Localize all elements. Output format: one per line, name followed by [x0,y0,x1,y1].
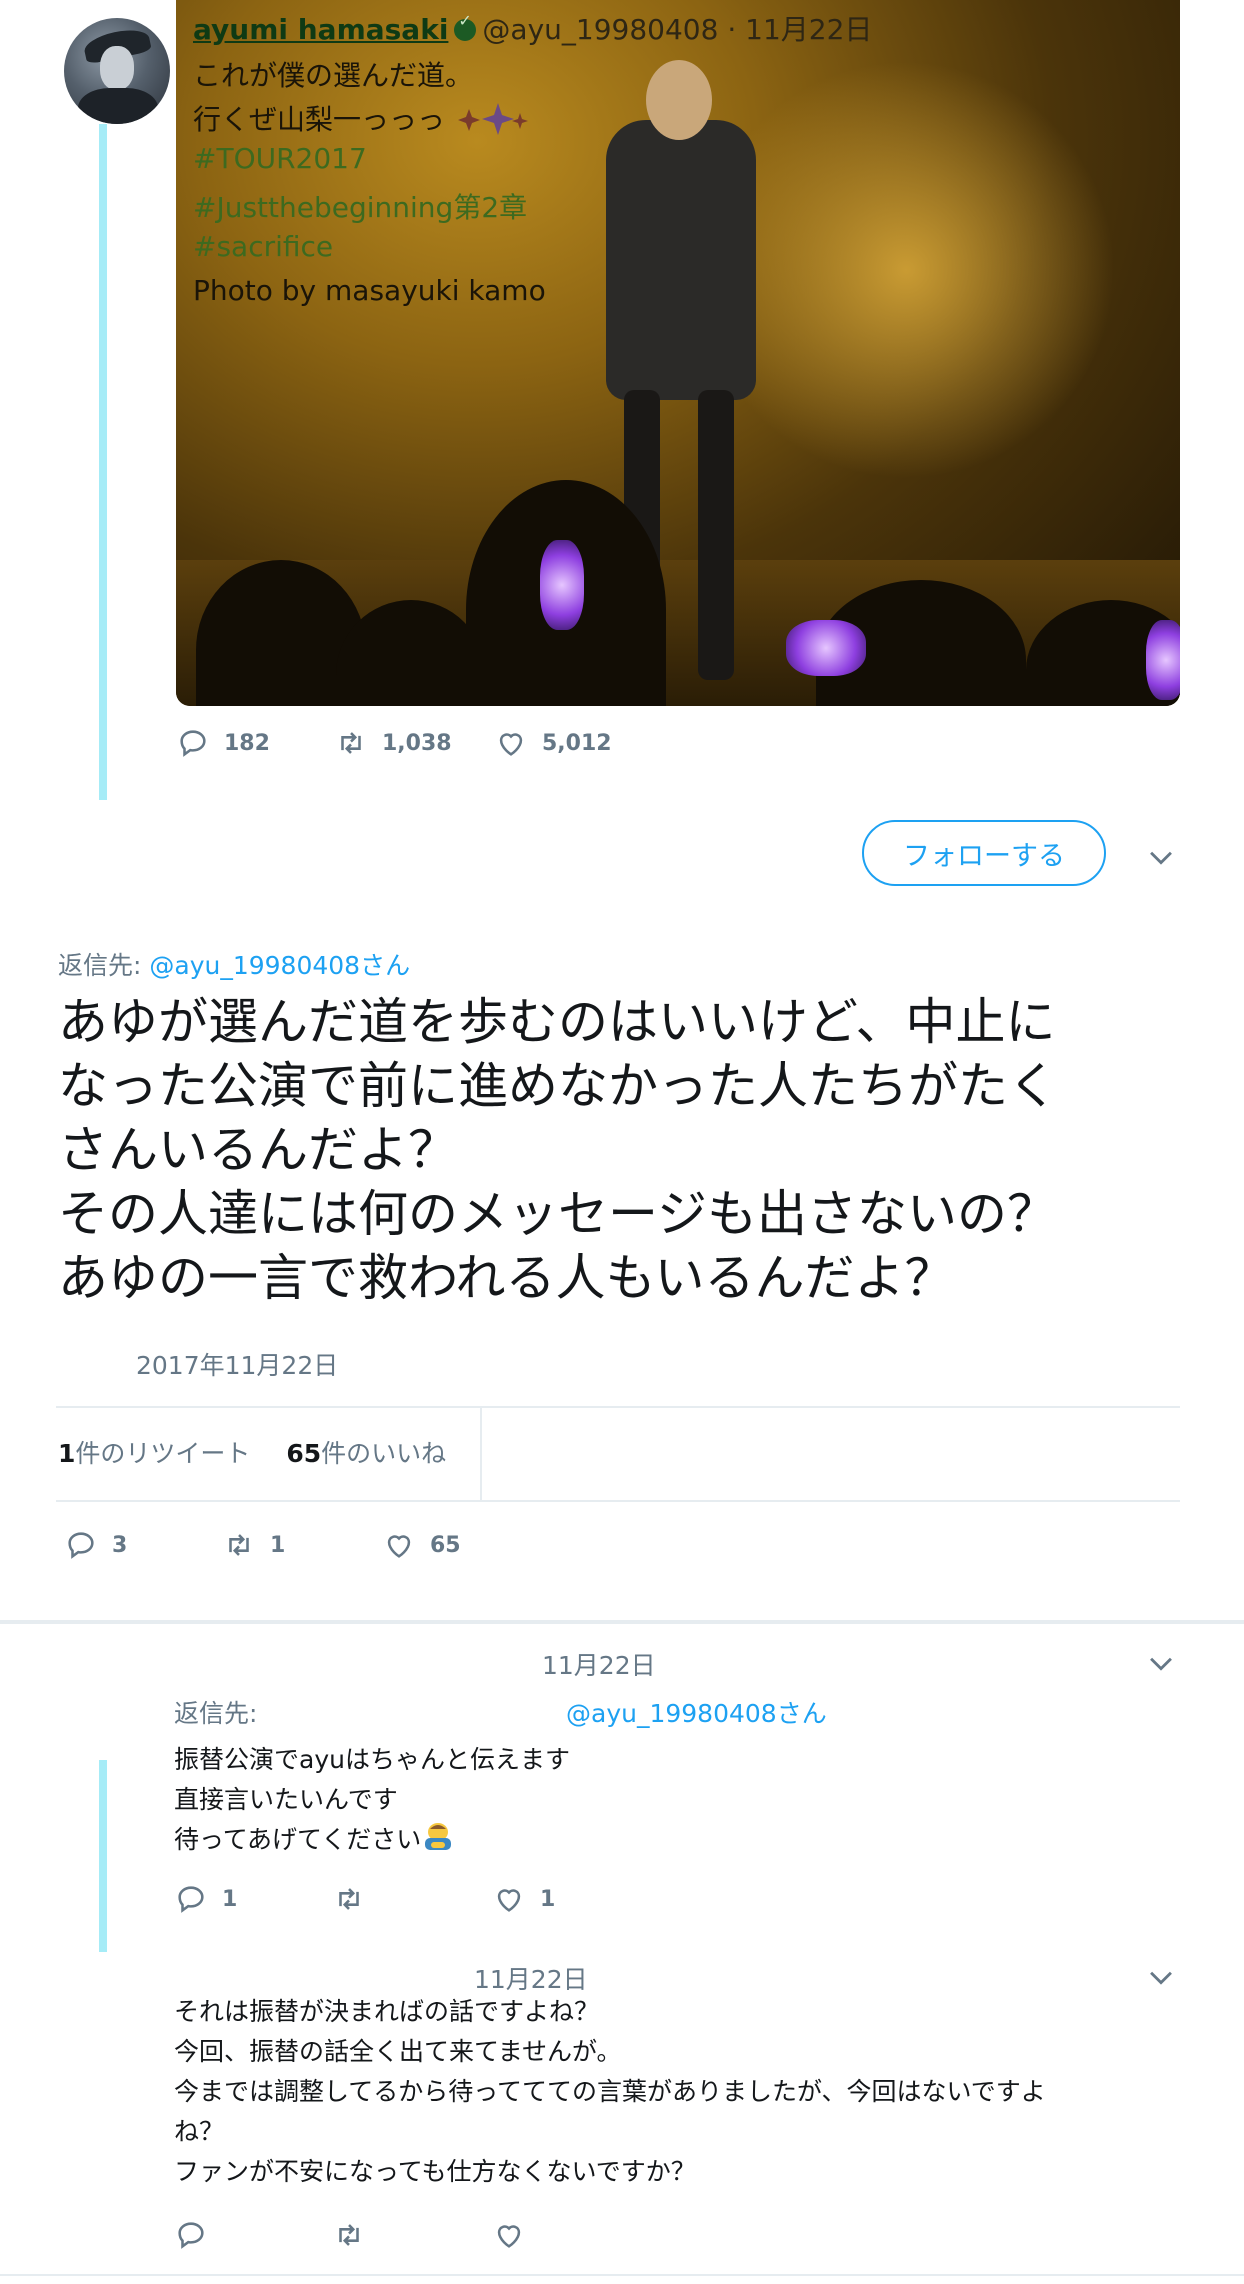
like-count: 5,012 [542,730,612,756]
reply-button[interactable]: 1 [174,1882,332,1916]
reply-button[interactable] [174,2218,332,2252]
retweet-button[interactable]: 1,038 [334,726,494,760]
retweet-button[interactable]: 1 [222,1528,382,1562]
thread-line-top [99,124,107,800]
retweet-icon [339,1888,359,1910]
main-tweet-text: あゆが選んだ道を歩むのはいいけど、中止に なった公演で前に進めなかった人たちがた… [58,993,1058,1307]
thread-line-reply [99,1760,107,1952]
like-button[interactable]: 1 [492,1882,555,1916]
tweet-date[interactable]: · 11月22日 [727,13,872,46]
reply-actions [174,2218,540,2252]
reply-count: 182 [224,730,270,756]
hashtag-link[interactable]: #Justthebeginning第2章 [193,186,527,226]
tweet-actions: 3 1 65 [64,1528,461,1562]
author-name[interactable]: ayumi hamasaki [193,13,448,46]
reply-date[interactable]: 11月22日 [542,1646,656,1682]
like-button[interactable]: 65 [382,1528,461,1562]
reply-to: 返信先: @ayu_19980408さん [58,951,411,980]
retweet-icon [229,1534,249,1556]
like-count: 65 [430,1532,461,1558]
reply-count: 3 [112,1532,128,1558]
retweet-button[interactable] [332,2218,492,2252]
reply-count: 1 [222,1886,238,1912]
reply-actions: 1 1 [174,1882,555,1916]
tweet-date[interactable]: 2017年11月22日 [136,1346,338,1382]
like-button[interactable]: 5,012 [494,726,612,760]
reply-text: それは振替が決まればの話ですよね？ 今回、振替の話全く出て来てませんが。 今まで… [174,1997,1046,2186]
avatar[interactable] [64,18,170,124]
like-stat[interactable]: 65件のいいね [286,1439,446,1468]
section-divider [0,1620,1244,1624]
author-handle[interactable]: @ayu_19980408 [482,13,718,46]
photo-credit: Photo by masayuki kamo [193,274,546,307]
mention-link[interactable]: @ayu_19980408さん [566,1699,827,1728]
tweet-actions: 182 1,038 5,012 [176,726,612,760]
like-icon [497,2225,521,2248]
reply-icon [180,730,206,757]
reply-icon [68,1532,94,1559]
follow-button[interactable]: フォローする [862,820,1106,886]
tweet-text-line: これが僕の選んだ道。 [193,59,474,92]
reply-to: 返信先: [174,1699,258,1728]
chevron-down-icon[interactable] [1144,1646,1178,1680]
reply-button[interactable]: 3 [64,1528,222,1562]
retweet-stat[interactable]: 1件のリツイート [58,1439,250,1468]
like-count: 1 [540,1886,556,1912]
retweet-icon [339,2224,359,2246]
like-icon [387,1535,411,1558]
retweet-count: 1,038 [382,730,452,756]
divider [480,1408,482,1500]
reply-date[interactable]: 11月22日 [474,1960,588,1996]
retweet-count: 1 [270,1532,286,1558]
divider [56,1406,1180,1408]
reply-icon [178,1886,204,1913]
divider [0,2274,1244,2276]
reply-to-mention: @ayu_19980408さん [566,1694,827,1730]
hashtag-link[interactable]: #TOUR2017 [193,142,367,175]
like-icon [497,1889,521,1912]
retweet-icon [341,732,361,754]
tweet-stats: 1件のリツイート 65件のいいね [58,1434,446,1470]
tweet-header: ayumi hamasaki @ayu_19980408 · 11月22日 [193,8,872,48]
reply-text: 振替公演でayuはちゃんと伝えます 直接言いたいんです 待ってあげてください [174,1745,570,1854]
reply-icon [178,2222,204,2249]
person-bowing-icon [425,1823,452,1850]
tweet-text-line: 行くぜ山梨一っっっ [193,98,528,138]
mention-link[interactable]: @ayu_19980408さん [149,951,410,980]
retweet-button[interactable] [332,1882,492,1916]
divider [56,1500,1180,1502]
verified-badge-icon [454,11,477,41]
like-button[interactable] [492,2218,540,2252]
chevron-down-icon[interactable] [1144,1960,1178,1994]
sparkles-icon [457,103,528,135]
reply-button[interactable]: 182 [176,726,334,760]
chevron-down-icon[interactable] [1144,840,1178,874]
hashtag-link[interactable]: #sacrifice [193,230,333,263]
like-icon [499,733,523,756]
